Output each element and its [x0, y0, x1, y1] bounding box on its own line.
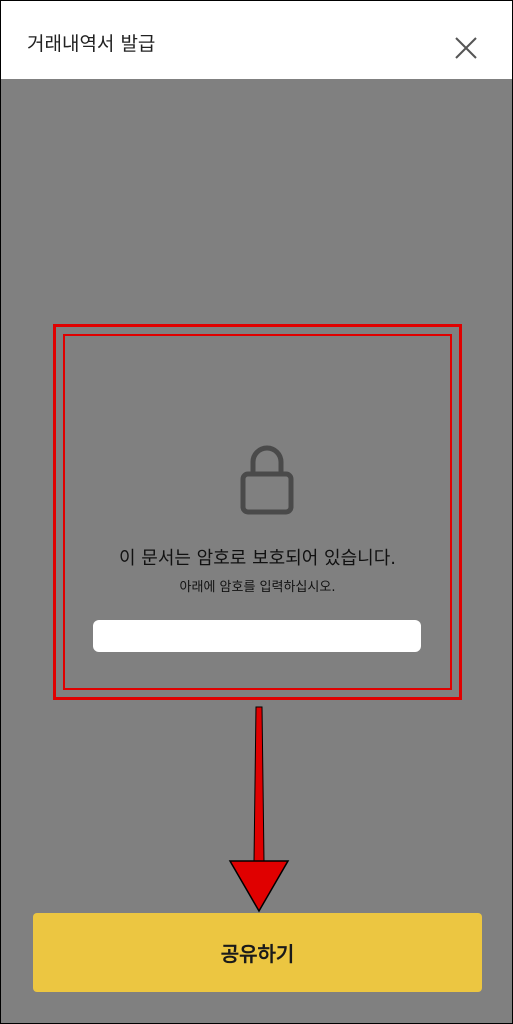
app-frame: 거래내역서 발급 이 문서는 암호로 보호되어 있습니다. 아래에 암호를 입력…: [0, 0, 513, 1024]
lock-icon: [240, 445, 294, 515]
protected-message: 이 문서는 암호로 보호되어 있습니다.: [118, 548, 396, 569]
close-icon: [455, 37, 477, 59]
arrow-down-icon: [228, 706, 290, 913]
header-bar: 거래내역서 발급: [1, 1, 512, 79]
password-input[interactable]: [93, 620, 421, 652]
share-button[interactable]: 공유하기: [33, 913, 482, 992]
password-protected-panel: 이 문서는 암호로 보호되어 있습니다. 아래에 암호를 입력하십시오.: [63, 334, 452, 690]
page-title: 거래내역서 발급: [27, 33, 156, 55]
close-button[interactable]: [451, 33, 481, 63]
password-instruction: 아래에 암호를 입력하십시오.: [179, 580, 336, 595]
highlight-box: 이 문서는 암호로 보호되어 있습니다. 아래에 암호를 입력하십시오.: [53, 324, 462, 700]
